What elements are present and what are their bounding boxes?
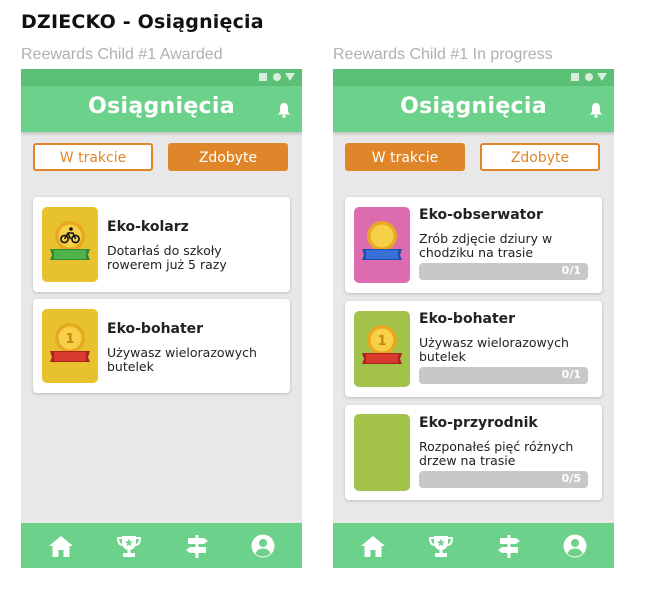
achievement-card[interactable]: Eko-przyrodnik Rozponałeś pięć różnych d… (345, 405, 602, 500)
card-description: Zrób zdjęcie dziury w chodziku na trasie (419, 231, 553, 260)
frame-label-in-progress: Reewards Child #1 In progress (333, 46, 553, 63)
card-title: Eko-bohater (419, 311, 516, 327)
phone-screen-in-progress: Osiągnięcia W trakcie Zdobyte Eko-obserw… (333, 69, 614, 568)
signpost-icon[interactable] (496, 534, 522, 558)
achievement-badge: 1 (42, 309, 98, 383)
achievement-badge: 1 (354, 311, 410, 387)
trophy-icon[interactable] (428, 534, 454, 558)
square-status-icon (259, 73, 267, 81)
frame-label-awarded: Reewards Child #1 Awarded (21, 46, 223, 63)
progress-bar: 0/5 (419, 471, 588, 488)
circle-status-icon (273, 73, 281, 81)
card-description: Rozponałeś pięć różnych drzew na trasie (419, 439, 574, 468)
page-title: DZIECKO - Osiągnięcia (21, 11, 264, 33)
card-title: Eko-przyrodnik (419, 415, 538, 431)
bottom-nav (333, 523, 614, 568)
svg-text:1: 1 (377, 334, 386, 349)
header-title: Osiągnięcia (88, 94, 235, 119)
progress-text: 0/1 (561, 264, 581, 277)
tab-bar: W trakcie Zdobyte (333, 143, 614, 175)
tab-in-progress[interactable]: W trakcie (345, 143, 465, 171)
empty-badge (354, 414, 410, 491)
achievement-card[interactable]: Eko-obserwator Zrób zdjęcie dziury w cho… (345, 197, 602, 293)
app-header: Osiągnięcia (333, 86, 614, 132)
phone-screen-awarded: Osiągnięcia W trakcie Zdobyte Eko-kolarz (21, 69, 302, 568)
bell-icon[interactable] (589, 102, 603, 118)
tab-earned[interactable]: Zdobyte (168, 143, 288, 171)
circle-status-icon (585, 73, 593, 81)
tab-bar: W trakcie Zdobyte (21, 143, 302, 175)
card-description: Używasz wielorazowych butelek (107, 345, 257, 374)
bell-icon[interactable] (277, 102, 291, 118)
svg-text:1: 1 (65, 332, 74, 347)
home-icon[interactable] (48, 534, 74, 558)
square-status-icon (571, 73, 579, 81)
achievement-card[interactable]: 1 Eko-bohater Używasz wielorazowych bute… (33, 299, 290, 393)
progress-text: 0/1 (561, 368, 581, 381)
card-description: Używasz wielorazowych butelek (419, 335, 569, 364)
number-one-medal-icon: 1 (362, 325, 402, 364)
tab-earned[interactable]: Zdobyte (480, 143, 600, 171)
progress-bar: 0/1 (419, 367, 588, 384)
achievement-card[interactable]: Eko-kolarz Dotarłaś do szkoły rowerem ju… (33, 197, 290, 292)
card-title: Eko-obserwator (419, 207, 543, 223)
card-title: Eko-bohater (107, 321, 204, 337)
bicycle-medal-icon (50, 221, 90, 260)
bottom-nav (21, 523, 302, 568)
achievement-badge (354, 207, 410, 283)
status-bar (21, 69, 302, 86)
signpost-icon[interactable] (184, 534, 210, 558)
progress-bar: 0/1 (419, 263, 588, 280)
achievement-badge (42, 207, 98, 282)
achievement-card[interactable]: 1 Eko-bohater Używasz wielorazowych bute… (345, 301, 602, 397)
blank-medal-icon (362, 221, 402, 260)
profile-icon[interactable] (250, 534, 276, 558)
triangle-status-icon (597, 73, 607, 81)
trophy-icon[interactable] (116, 534, 142, 558)
home-icon[interactable] (360, 534, 386, 558)
card-description: Dotarłaś do szkoły rowerem już 5 razy (107, 243, 227, 272)
progress-text: 0/5 (561, 472, 581, 485)
tab-in-progress[interactable]: W trakcie (33, 143, 153, 171)
status-bar (333, 69, 614, 86)
profile-icon[interactable] (562, 534, 588, 558)
header-title: Osiągnięcia (400, 94, 547, 119)
card-title: Eko-kolarz (107, 219, 189, 235)
number-one-medal-icon: 1 (50, 323, 90, 362)
app-header: Osiągnięcia (21, 86, 302, 132)
triangle-status-icon (285, 73, 295, 81)
